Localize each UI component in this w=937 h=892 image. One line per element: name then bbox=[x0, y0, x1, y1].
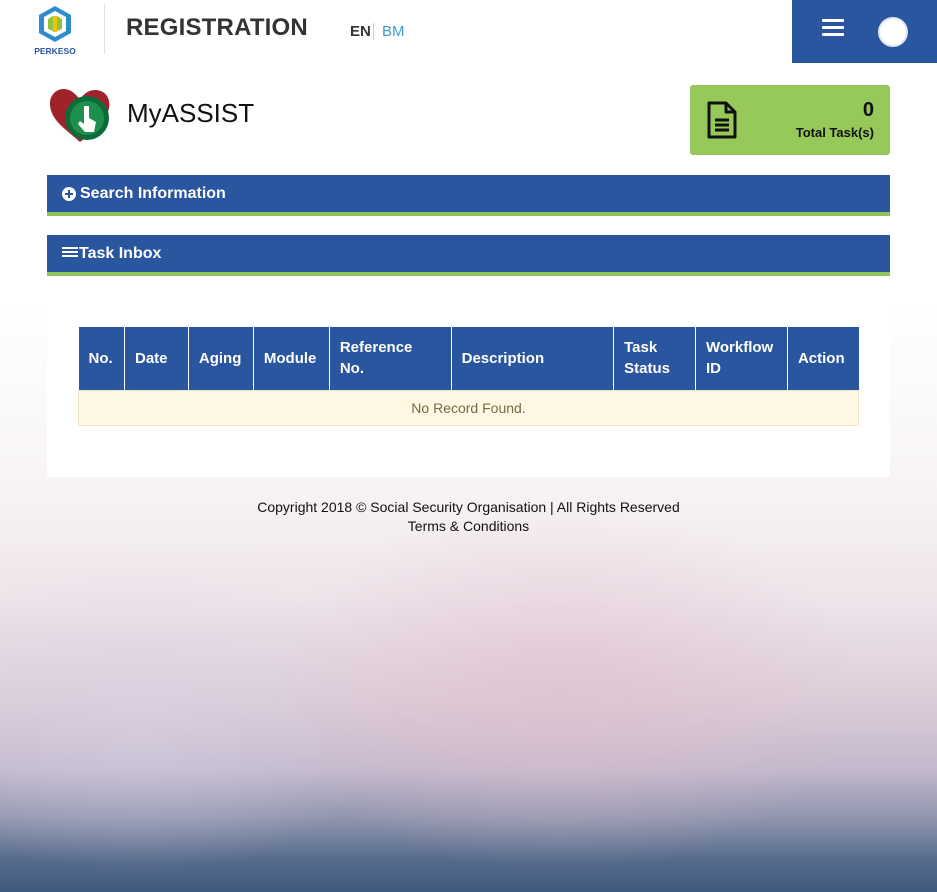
header-actions bbox=[792, 0, 937, 63]
col-date[interactable]: Date bbox=[123, 327, 189, 390]
perkeso-logo[interactable]: PERKESO bbox=[33, 4, 77, 56]
top-header: PERKESO REGISTRATION EN BM bbox=[0, 0, 937, 63]
col-action: Action bbox=[786, 327, 859, 390]
task-count-label: Total Task(s) bbox=[795, 125, 874, 140]
col-description[interactable]: Description bbox=[450, 327, 614, 390]
task-inbox-title: Task Inbox bbox=[79, 245, 162, 262]
list-icon bbox=[62, 247, 78, 260]
perkeso-logo-text: PERKESO bbox=[34, 46, 76, 56]
lang-separator bbox=[373, 23, 374, 40]
task-inbox-body: No. Date Aging Module Reference No. Desc… bbox=[47, 276, 890, 477]
plus-circle-icon bbox=[62, 187, 76, 201]
document-icon bbox=[707, 101, 737, 139]
col-no[interactable]: No. bbox=[78, 327, 125, 390]
table-header-row: No. Date Aging Module Reference No. Desc… bbox=[78, 327, 859, 390]
total-tasks-card[interactable]: 0 Total Task(s) bbox=[690, 85, 890, 155]
task-table: No. Date Aging Module Reference No. Desc… bbox=[78, 327, 859, 426]
lang-en-link[interactable]: EN bbox=[350, 23, 371, 40]
terms-link[interactable]: Terms & Conditions bbox=[0, 518, 937, 534]
footer-copyright: Copyright 2018 © Social Security Organis… bbox=[257, 499, 680, 515]
app-brand-name: MyASSIST bbox=[127, 98, 255, 128]
task-inbox-panel: Task Inbox bbox=[47, 235, 890, 276]
search-information-panel[interactable]: Search Information bbox=[47, 175, 890, 216]
search-information-title: Search Information bbox=[80, 185, 226, 202]
task-count: 0 bbox=[862, 99, 874, 121]
col-aging[interactable]: Aging bbox=[187, 327, 254, 390]
table-row: No Record Found. bbox=[78, 389, 859, 426]
hamburger-icon[interactable] bbox=[822, 19, 844, 37]
page-title: REGISTRATION bbox=[126, 14, 308, 41]
user-avatar-icon[interactable] bbox=[878, 17, 908, 47]
col-reference-no[interactable]: Reference No. bbox=[328, 327, 452, 390]
myassist-logo-icon bbox=[49, 88, 110, 142]
header-divider bbox=[104, 4, 105, 54]
col-task-status[interactable]: Task Status bbox=[613, 327, 696, 390]
empty-state-message: No Record Found. bbox=[78, 389, 859, 426]
lang-bm-link[interactable]: BM bbox=[382, 23, 405, 40]
col-workflow-id[interactable]: Workflow ID bbox=[695, 327, 788, 390]
col-module[interactable]: Module bbox=[252, 327, 330, 390]
